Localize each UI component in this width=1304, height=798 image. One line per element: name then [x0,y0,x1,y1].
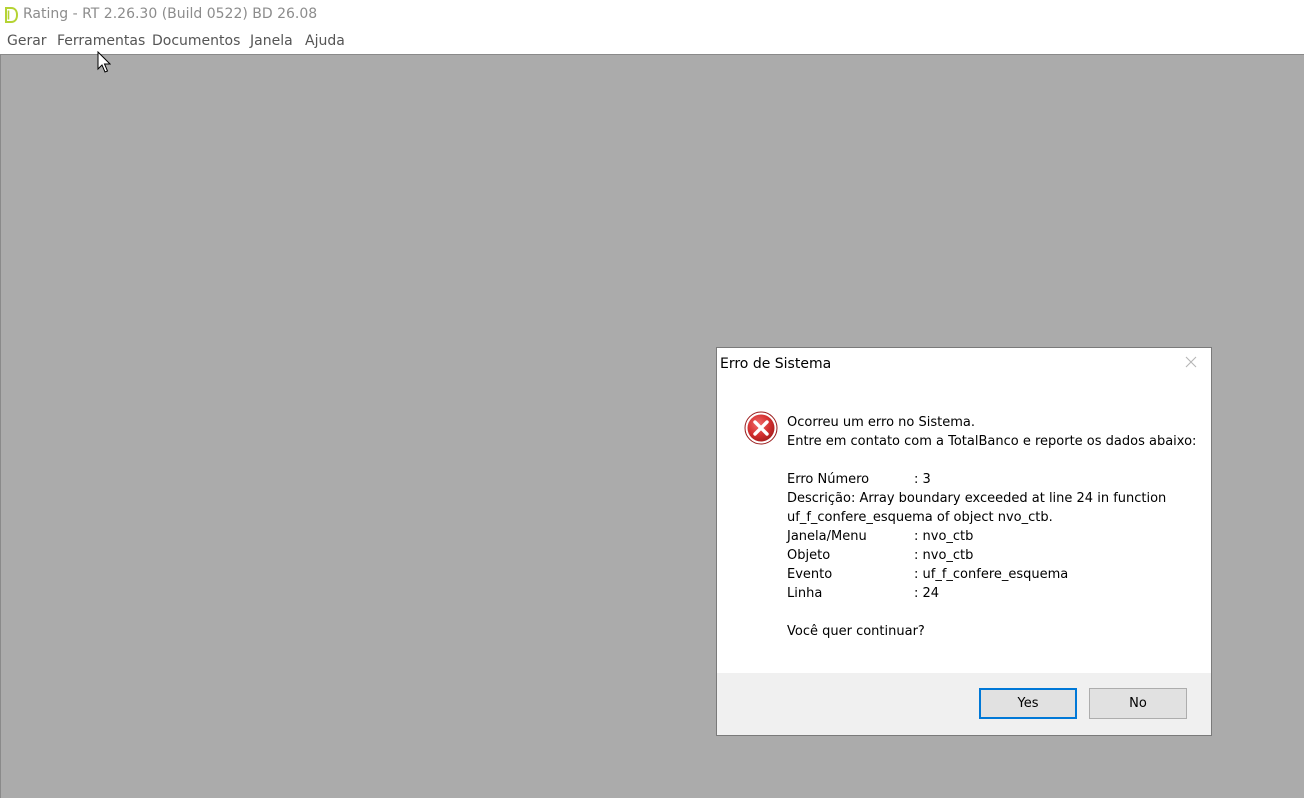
evento-label: Evento [787,567,833,582]
objeto-label: Objeto [787,548,831,563]
menu-item-janela[interactable]: Janela [250,33,293,49]
yes-button[interactable]: Yes [979,688,1077,719]
menu-item-gerar[interactable]: Gerar [7,33,47,49]
menu-item-documentos[interactable]: Documentos [152,33,240,49]
erro-numero-value: : 3 [914,472,931,487]
evento-value: : uf_f_confere_esquema [914,567,1069,582]
error-dialog: Erro de Sistema Ocorreu um erro no Siste… [716,347,1212,736]
app-d-logo-icon [5,7,18,23]
continue-question: Você quer continuar? [787,624,925,639]
window-title: Rating - RT 2.26.30 (Build 0522) BD 26.0… [23,6,318,22]
dialog-title: Erro de Sistema [720,356,832,372]
linha-label: Linha [787,586,823,601]
janela-menu-value: : nvo_ctb [914,529,974,544]
mouse-cursor-icon [97,51,111,73]
title-bar: Rating - RT 2.26.30 (Build 0522) BD 26.0… [0,0,1304,30]
error-intro-line-1: Ocorreu um erro no Sistema. [787,415,975,430]
error-intro-line-2: Entre em contato com a TotalBanco e repo… [787,434,1197,449]
dialog-button-strip: Yes No [717,673,1211,735]
application-window: Rating - RT 2.26.30 (Build 0522) BD 26.0… [0,0,1304,798]
no-button[interactable]: No [1089,688,1187,719]
descricao-value-line-2: uf_f_confere_esquema of object nvo_ctb. [787,510,1053,525]
menu-item-ajuda[interactable]: Ajuda [305,33,345,49]
error-x-icon [744,411,778,445]
descricao-label: Descrição [787,491,851,506]
descricao-value-line-1: : Array boundary exceeded at line 24 in … [851,491,1167,506]
linha-value: : 24 [914,586,940,601]
erro-numero-label: Erro Número [787,472,870,487]
close-icon[interactable] [1183,354,1199,370]
objeto-value: : nvo_ctb [914,548,974,563]
menu-item-ferramentas[interactable]: Ferramentas [57,33,145,49]
janela-menu-label: Janela/Menu [787,529,867,544]
menu-bar: Gerar Ferramentas Documentos Janela Ajud… [0,30,1304,54]
